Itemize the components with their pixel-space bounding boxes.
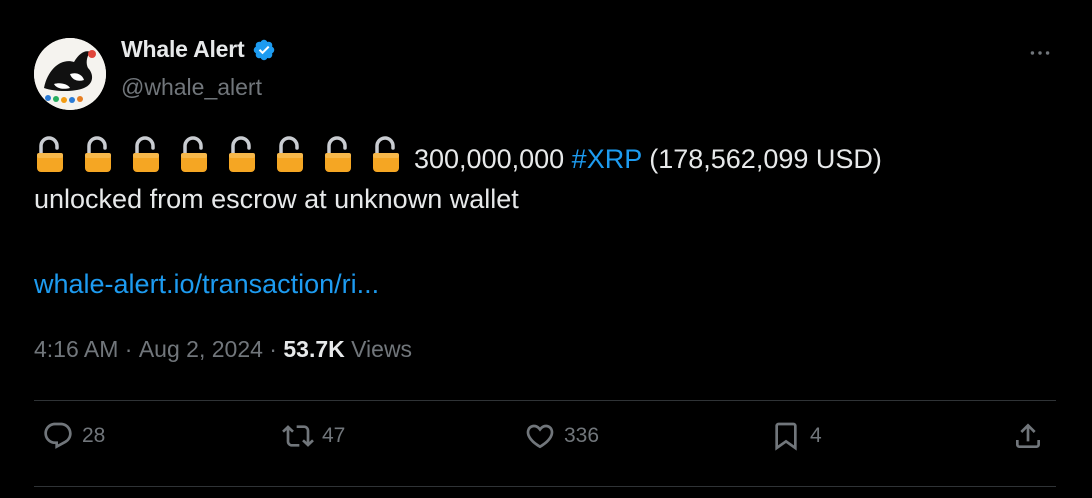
open-lock-icon <box>226 136 260 174</box>
reply-button[interactable]: 28 <box>42 420 105 452</box>
author-display-name[interactable]: Whale Alert <box>121 36 245 63</box>
open-lock-icon <box>322 136 356 174</box>
tweet-card: Whale Alert @whale_alert 300,000,000 #XR… <box>0 0 1092 498</box>
share-button[interactable] <box>1012 420 1044 452</box>
heart-icon <box>526 424 554 449</box>
bookmark-count: 4 <box>810 424 822 447</box>
divider-bottom <box>34 486 1056 487</box>
author-name-row: Whale Alert <box>121 36 276 63</box>
transaction-link[interactable]: whale-alert.io/transaction/ri... <box>34 269 379 299</box>
tweet-amount: 300,000,000 <box>414 144 565 174</box>
reply-count: 28 <box>82 424 106 447</box>
lock-emoji-row <box>34 136 404 174</box>
author-handle[interactable]: @whale_alert <box>121 74 262 101</box>
verified-badge-icon[interactable] <box>252 38 276 62</box>
more-options-button[interactable] <box>1018 38 1062 68</box>
tweet-line-2: unlocked from escrow at unknown wallet <box>34 184 519 214</box>
repost-button[interactable]: 47 <box>282 420 345 452</box>
reply-icon <box>44 422 72 449</box>
tweet-meta: 4:16 AM · Aug 2, 2024 · 53.7K Views <box>34 336 412 363</box>
avatar[interactable] <box>34 38 106 110</box>
divider-top <box>34 400 1056 401</box>
share-icon <box>1016 423 1040 448</box>
like-count: 336 <box>564 424 600 447</box>
repost-icon <box>282 425 314 447</box>
open-lock-icon <box>34 136 68 174</box>
tweet-time[interactable]: 4:16 AM <box>34 336 118 363</box>
hashtag-link[interactable]: #XRP <box>572 144 642 174</box>
tweet-date[interactable]: Aug 2, 2024 <box>139 336 263 363</box>
meta-separator: · <box>269 336 277 362</box>
like-button[interactable]: 336 <box>524 420 599 452</box>
bookmark-icon <box>775 422 797 451</box>
open-lock-icon <box>274 136 308 174</box>
tweet-text: 300,000,000 #XRP (178,562,099 USD) unloc… <box>34 136 1044 219</box>
more-icon <box>1030 51 1050 55</box>
bookmark-button[interactable]: 4 <box>770 420 822 452</box>
tweet-link-row: whale-alert.io/transaction/ri... <box>34 264 379 304</box>
open-lock-icon <box>130 136 164 174</box>
tweet-usd-value: (178,562,099 USD) <box>649 144 882 174</box>
meta-separator: · <box>124 336 133 362</box>
repost-count: 47 <box>322 424 346 447</box>
open-lock-icon <box>370 136 404 174</box>
action-bar: 28 47 336 4 <box>34 420 1056 464</box>
views-count: 53.7K <box>283 336 345 362</box>
open-lock-icon <box>82 136 116 174</box>
orca-logo-icon <box>34 38 106 110</box>
views-label: Views <box>351 336 413 362</box>
open-lock-icon <box>178 136 212 174</box>
